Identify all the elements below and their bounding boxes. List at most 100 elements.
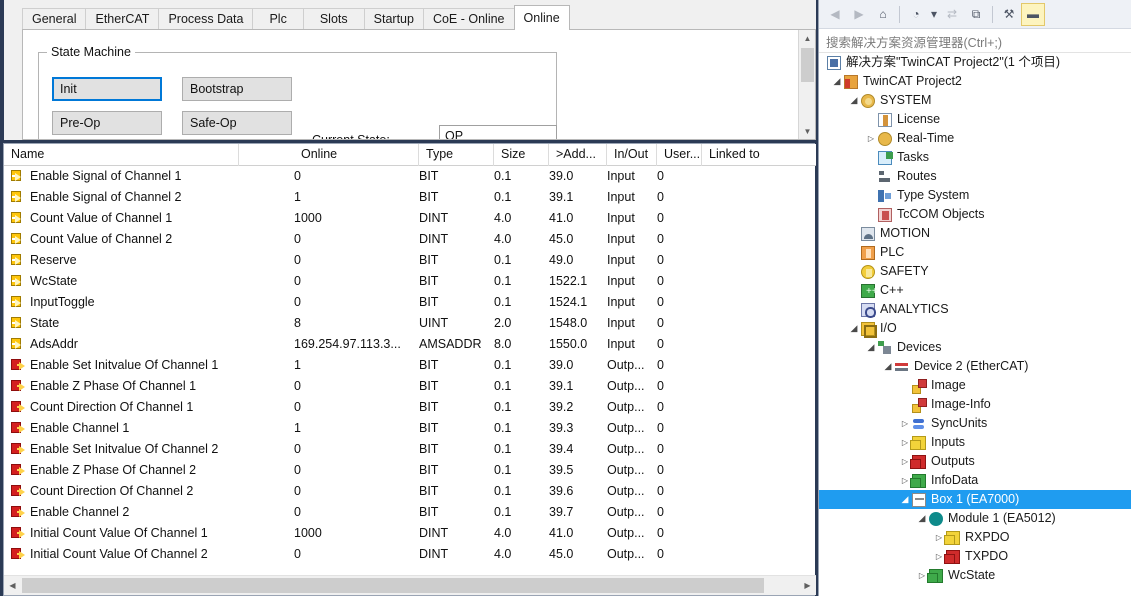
scroll-up-arrow-icon[interactable]: ▲ (799, 30, 815, 47)
column-header-linked[interactable]: Linked to (702, 144, 816, 166)
tree-node-routes[interactable]: Routes (819, 167, 1131, 186)
cell-size: 0.1 (494, 253, 512, 267)
tree-node-motion[interactable]: MOTION (819, 224, 1131, 243)
table-row[interactable]: InputToggle 0 BIT 0.1 1524.1 Input 0 (4, 292, 816, 313)
scroll-right-arrow-icon[interactable]: ▶ (799, 576, 816, 595)
collapse-all-icon[interactable]: ▬ (1021, 2, 1045, 26)
current-state-field[interactable]: OP (439, 125, 557, 139)
table-row[interactable]: Enable Channel 1 1 BIT 0.1 39.3 Outp... 0 (4, 418, 816, 439)
tree-node-real-time[interactable]: ▷ Real-Time (819, 129, 1131, 148)
cell-inout: Outp... (607, 547, 645, 561)
table-row[interactable]: Enable Signal of Channel 1 0 BIT 0.1 39.0 Inp… (4, 166, 816, 187)
tree-node-image[interactable]: Image (819, 376, 1131, 395)
table-row[interactable]: Enable Z Phase Of Channel 1 0 BIT 0.1 39.1 Ou… (4, 376, 816, 397)
properties-tabstrip: General EtherCAT Process Data Plc Slots Start… (4, 0, 816, 30)
pre-op-button[interactable]: Pre-Op (52, 111, 162, 135)
expand-arrow-down-icon[interactable]: ◢ (881, 357, 895, 376)
grid-horizontal-scrollbar[interactable]: ◀ ▶ (4, 575, 816, 595)
properties-vertical-scrollbar[interactable]: ▲ ▼ (798, 30, 815, 139)
tree-node-system[interactable]: ◢ SYSTEM (819, 91, 1131, 110)
expand-arrow-down-icon[interactable]: ◢ (915, 509, 929, 528)
column-header-size[interactable]: Size (494, 144, 549, 166)
scroll-left-arrow-icon[interactable]: ◀ (4, 576, 21, 595)
tree-node-txpdo[interactable]: ▷ TXPDO (819, 547, 1131, 566)
column-header-type[interactable]: Type (419, 144, 494, 166)
scrollbar-thumb[interactable] (801, 48, 814, 82)
tree-node-infodata[interactable]: ▷ InfoData (819, 471, 1131, 490)
tree-node-image-info[interactable]: Image-Info (819, 395, 1131, 414)
table-row[interactable]: Enable Z Phase Of Channel 2 0 BIT 0.1 39.5 Ou… (4, 460, 816, 481)
expand-arrow-down-icon[interactable]: ◢ (847, 91, 861, 110)
table-row[interactable]: Enable Set Initvalue Of Channel 1 1 BIT 0.1… (4, 355, 816, 376)
tree-node-inputs[interactable]: ▷ Inputs (819, 433, 1131, 452)
image-info-icon (912, 398, 927, 413)
tree-node-c++[interactable]: C++ (819, 281, 1131, 301)
table-row[interactable]: Count Value of Channel 2 0 DINT 4.0 45.0 Inpu… (4, 229, 816, 250)
tree-node-tasks[interactable]: Tasks (819, 148, 1131, 167)
init-button[interactable]: Init (52, 77, 162, 101)
tree-node-i-o[interactable]: ◢ I/O (819, 319, 1131, 338)
table-row[interactable]: Count Direction Of Channel 2 0 BIT 0.1 39.6 O… (4, 481, 816, 502)
scrollbar-thumb[interactable] (22, 578, 764, 593)
table-row[interactable]: Initial Count Value Of Channel 1 1000 DINT… (4, 523, 816, 544)
safe-op-button[interactable]: Safe-Op (182, 111, 292, 135)
table-row[interactable]: Count Value of Channel 1 1000 DINT 4.0 41.0 I… (4, 208, 816, 229)
tree-node-outputs[interactable]: ▷ Outputs (819, 452, 1131, 471)
column-header-name[interactable]: Name (4, 144, 239, 166)
expand-arrow-right-icon[interactable]: ▷ (864, 129, 878, 148)
properties-icon[interactable]: ⚒ (997, 3, 1021, 26)
expand-arrow-down-icon[interactable]: ◢ (830, 72, 844, 91)
column-header-user[interactable]: User... (657, 144, 702, 166)
tree-node-tccom-objects[interactable]: TcCOM Objects (819, 205, 1131, 224)
scroll-down-arrow-icon[interactable]: ▼ (799, 123, 815, 139)
pending-changes-icon[interactable]: ◔ (904, 3, 928, 26)
tree-node-type-system[interactable]: Type System (819, 186, 1131, 205)
tree-node-wcstate[interactable]: ▷ WcState (819, 566, 1131, 585)
search-input-placeholder[interactable]: 搜索解决方案资源管理器(Ctrl+;) (826, 32, 1002, 51)
tree-node-module-1-ea5012[interactable]: ◢ Module 1 (EA5012) (819, 509, 1131, 528)
expand-arrow-right-icon[interactable]: ▷ (898, 414, 912, 433)
tab-plc[interactable]: Plc (252, 8, 304, 30)
table-row[interactable]: Initial Count Value Of Channel 2 0 DINT 4.0… (4, 544, 816, 565)
cell-type: BIT (419, 190, 439, 204)
expand-arrow-down-icon[interactable]: ◢ (864, 338, 878, 357)
tree-node-syncunits[interactable]: ▷ SyncUnits (819, 414, 1131, 433)
tab-online[interactable]: Online (513, 5, 570, 30)
column-header-addr[interactable]: >Add... (549, 144, 607, 166)
cell-inout: Outp... (607, 379, 645, 393)
tree-node-analytics[interactable]: ANALYTICS (819, 300, 1131, 319)
tree-node-devices[interactable]: ◢ Devices (819, 338, 1131, 357)
tree-node-plc[interactable]: PLC (819, 243, 1131, 262)
tab-startup[interactable]: Startup (363, 8, 424, 30)
table-row[interactable]: WcState 0 BIT 0.1 1522.1 Input 0 (4, 271, 816, 292)
tree-node-license[interactable]: License (819, 110, 1131, 129)
table-row[interactable]: Enable Signal of Channel 2 1 BIT 0.1 39.1 Inp… (4, 187, 816, 208)
tab-process-data[interactable]: Process Data (158, 8, 254, 30)
show-all-files-icon[interactable]: ⧉ (964, 3, 988, 26)
column-header-online[interactable]: Online (294, 144, 419, 166)
tab-general[interactable]: General (22, 8, 87, 30)
tab-slots[interactable]: Slots (302, 8, 365, 30)
table-row[interactable]: Count Direction Of Channel 1 0 BIT 0.1 39.2 O… (4, 397, 816, 418)
table-row[interactable]: Enable Channel 2 0 BIT 0.1 39.7 Outp... 0 (4, 502, 816, 523)
column-header-inout[interactable]: In/Out (607, 144, 657, 166)
chevron-down-icon[interactable]: ▾ (928, 3, 940, 26)
tree-node-safety[interactable]: SAFETY (819, 262, 1131, 281)
expand-arrow-down-icon[interactable]: ◢ (847, 319, 861, 338)
table-row[interactable]: AdsAddr 169.254.97.113.3... AMSADDR 8.0 1550… (4, 334, 816, 355)
expand-arrow-down-icon[interactable]: ◢ (898, 490, 912, 509)
tree-node-rxpdo[interactable]: ▷ RXPDO (819, 528, 1131, 547)
tree-node-box-1-ea7000[interactable]: ◢ Box 1 (EA7000) (819, 490, 1131, 509)
solution-explorer-search[interactable]: 搜索解决方案资源管理器(Ctrl+;) (819, 29, 1131, 53)
bootstrap-button[interactable]: Bootstrap (182, 77, 292, 101)
tree-node-twincat-project2[interactable]: ◢ TwinCAT Project2 (819, 72, 1131, 91)
tab-coe-online[interactable]: CoE - Online (422, 8, 515, 30)
table-row[interactable]: Enable Set Initvalue Of Channel 2 0 BIT 0.1… (4, 439, 816, 460)
cell-name: Count Direction Of Channel 1 (30, 400, 194, 414)
tab-ethercat[interactable]: EtherCAT (85, 8, 160, 30)
table-row[interactable]: State 8 UINT 2.0 1548.0 Input 0 (4, 313, 816, 334)
tree-node-device-2-ethercat[interactable]: ◢ Device 2 (EtherCAT) (819, 357, 1131, 376)
tree-node-twincat-project2-1[interactable]: 解决方案"TwinCAT Project2"(1 个项目) (819, 53, 1131, 72)
table-row[interactable]: Reserve 0 BIT 0.1 49.0 Input 0 (4, 250, 816, 271)
home-icon[interactable]: ⌂ (871, 3, 895, 26)
